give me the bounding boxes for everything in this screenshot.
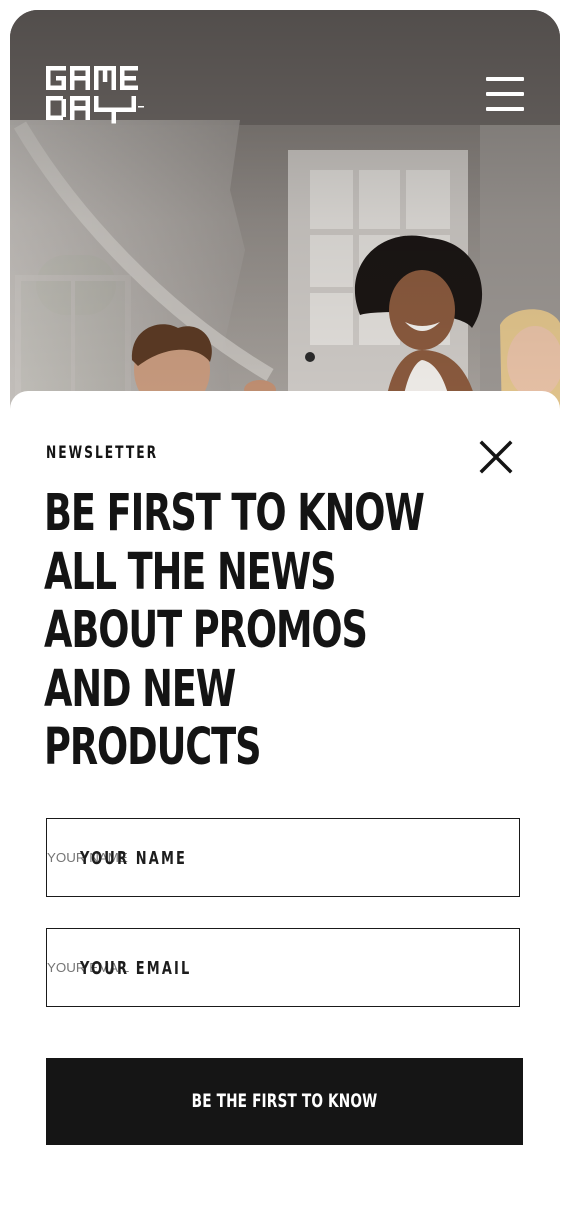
headline-line: ABOUT PROMOS [44, 601, 368, 660]
close-icon[interactable] [476, 437, 516, 477]
subscribe-button-label: BE THE FIRST TO KNOW [191, 1090, 378, 1112]
newsletter-eyebrow: NEWSLETTER [46, 443, 159, 463]
name-field[interactable]: YOUR NAME [46, 818, 520, 897]
mobile-screen: NEWSLETTER BE FIRST TO KNOW ALL THE NEWS… [10, 10, 560, 1211]
newsletter-headline: BE FIRST TO KNOW ALL THE NEWS ABOUT PROM… [44, 484, 425, 778]
subscribe-button[interactable]: BE THE FIRST TO KNOW [46, 1058, 523, 1145]
headline-line: BE FIRST TO KNOW [44, 484, 425, 543]
hero-photo [10, 10, 560, 430]
menu-bar-top [486, 77, 524, 81]
name-input[interactable] [47, 819, 519, 896]
newsletter-sheet: NEWSLETTER BE FIRST TO KNOW ALL THE NEWS… [10, 391, 560, 1211]
email-field[interactable]: YOUR EMAIL [46, 928, 520, 1007]
close-icon-glyph [479, 440, 513, 474]
hamburger-menu-icon[interactable] [482, 76, 524, 114]
menu-bar-bottom [486, 107, 524, 111]
headline-line: ALL THE NEWS [44, 542, 337, 602]
gameday-logo[interactable] [46, 66, 150, 124]
headline-line: PRODUCTS [44, 718, 262, 777]
headline-line: AND NEW [44, 659, 236, 719]
gameday-logo-mark [46, 66, 144, 124]
menu-bar-middle [486, 92, 524, 96]
email-input[interactable] [47, 929, 519, 1006]
